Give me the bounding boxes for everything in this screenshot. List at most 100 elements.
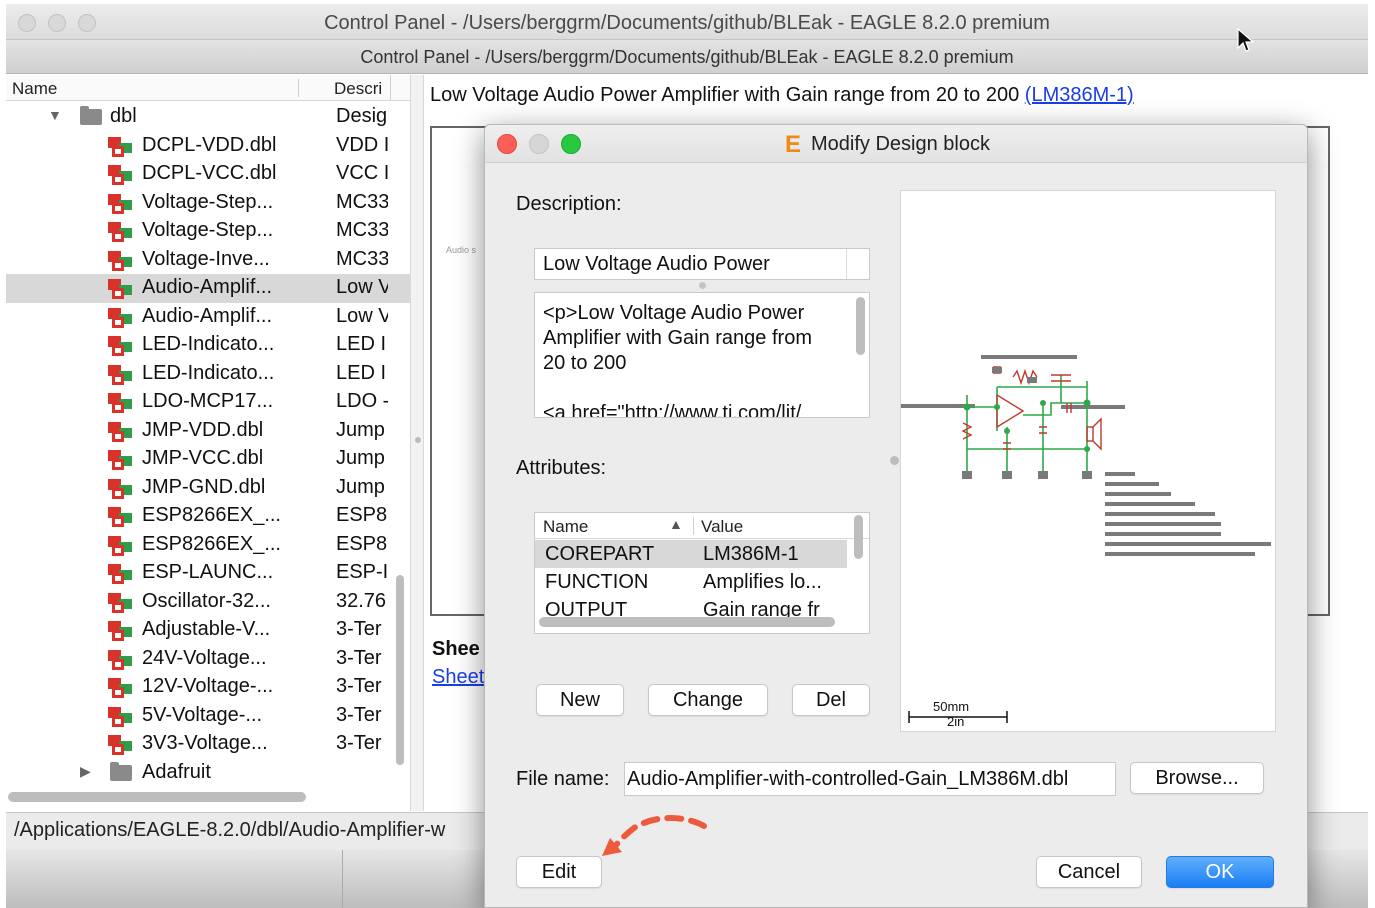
tree-item[interactable]: DCPL-VDD.dbl VDD I: [6, 132, 410, 161]
ok-button[interactable]: OK: [1166, 856, 1274, 888]
tree-item-name: JMP-VCC.dbl: [142, 447, 264, 469]
resize-handle-icon[interactable]: [699, 282, 706, 289]
change-attribute-button[interactable]: Change: [648, 684, 768, 716]
edit-button[interactable]: Edit: [516, 856, 602, 888]
tree-item-name: ESP8266EX_...: [142, 504, 281, 526]
tree-item[interactable]: ESP8266EX_... ESP8: [6, 502, 410, 531]
tree-item[interactable]: 3V3-Voltage... 3-Ter: [6, 730, 410, 759]
tree-folder-label: Adafruit: [142, 761, 211, 783]
schematic-preview: 50mm 2in: [900, 190, 1276, 732]
splitter-handle-icon[interactable]: [890, 456, 899, 465]
description-long-field[interactable]: <p>Low Voltage Audio Power Amplifier with…: [534, 292, 870, 418]
tree-folder-dbl[interactable]: ▼ dbl Desig: [6, 103, 410, 132]
dialog-close-button[interactable]: [497, 134, 517, 154]
sheets-heading: Shee: [432, 638, 480, 660]
attributes-table: Name ▲ Value COREPART LM386M-1 FUNCTION Amp…: [534, 512, 870, 634]
browse-button[interactable]: Browse...: [1130, 762, 1264, 794]
attributes-horizontal-scrollbar[interactable]: [539, 617, 835, 627]
tree-item[interactable]: ESP8266EX_... ESP8: [6, 531, 410, 560]
design-block-icon: [108, 507, 132, 527]
attribute-row[interactable]: COREPART LM386M-1: [535, 540, 847, 568]
tree-item-description: VCC I: [336, 162, 388, 184]
column-separator: [298, 79, 299, 97]
description-line: 20 to 200: [543, 352, 627, 374]
disclosure-triangle-closed-icon[interactable]: ▶: [80, 763, 91, 780]
attribute-row[interactable]: FUNCTION Amplifies lo...: [535, 568, 847, 596]
design-block-icon: [108, 193, 132, 214]
tree-item[interactable]: Voltage-Step... MC33: [6, 217, 410, 246]
design-block-icon: [108, 735, 132, 755]
design-block-description: Low Voltage Audio Power Amplifier with G…: [430, 84, 1134, 107]
description-line: [543, 376, 812, 401]
dialog-titlebar: E Modify Design block: [485, 125, 1307, 163]
tree-item[interactable]: LED-Indicato... LED I: [6, 331, 410, 360]
tree-item[interactable]: JMP-VDD.dbl Jump: [6, 417, 410, 446]
filename-label: File name:: [516, 768, 610, 790]
attribute-value: Amplifies lo...: [703, 571, 822, 593]
divider: [342, 850, 343, 908]
disclosure-triangle-open-icon[interactable]: ▼: [48, 107, 62, 123]
preview-label: Audio s: [446, 245, 477, 255]
description-scrollbar[interactable]: [856, 297, 865, 355]
tree-item-name: Voltage-Step...: [142, 190, 274, 213]
tree-item-description: VDD I: [336, 133, 388, 156]
design-block-icon: [108, 450, 132, 470]
tree-item[interactable]: Audio-Amplif... Low V: [6, 274, 410, 303]
tree-item[interactable]: Voltage-Inve... MC33: [6, 246, 410, 275]
tree-item[interactable]: DCPL-VCC.dbl VCC I: [6, 160, 410, 189]
dialog-zoom-button[interactable]: [561, 134, 581, 154]
new-attribute-button[interactable]: New: [536, 684, 624, 716]
tree-item[interactable]: Voltage-Step... MC33: [6, 189, 410, 218]
tree-item-name: 5V-Voltage-...: [142, 703, 263, 726]
attribute-name: FUNCTION: [545, 571, 649, 593]
datasheet-link[interactable]: (LM386M-1): [1025, 84, 1134, 106]
tree-item-description: 3-Ter: [336, 732, 382, 754]
tree-item[interactable]: JMP-VCC.dbl Jump: [6, 445, 410, 474]
tree-item-name: Adjustable-V...: [142, 618, 271, 640]
folder-icon: [110, 762, 132, 781]
file-path: /Applications/EAGLE-8.2.0/dbl/Audio-Ampl…: [14, 819, 446, 841]
tree-item-name: Voltage-Inve...: [142, 247, 270, 270]
tree-item[interactable]: JMP-GND.dbl Jump: [6, 474, 410, 503]
tree-folder-description: Desig: [336, 105, 388, 127]
tree-horizontal-scrollbar[interactable]: [8, 792, 306, 802]
tree-item[interactable]: Oscillator-32... 32.76: [6, 588, 410, 617]
tree-item-description: Jump: [336, 475, 385, 498]
dialog-title-text: Modify Design block: [811, 133, 990, 155]
description-line: <p>Low Voltage Audio Power: [543, 302, 805, 324]
design-block-icon: [108, 678, 132, 698]
tree-column-description[interactable]: Descri: [334, 79, 382, 99]
filename-field[interactable]: Audio-Amplifier-with-controlled-Gain_LM3…: [624, 762, 1116, 796]
attr-column-name[interactable]: Name: [543, 517, 588, 537]
tree-item[interactable]: LDO-MCP17... LDO -: [6, 388, 410, 417]
tree-item-name: LDO-MCP17...: [142, 390, 274, 412]
design-block-icon: [108, 706, 132, 727]
tree-item[interactable]: 12V-Voltage-... 3-Ter: [6, 673, 410, 702]
tree-item[interactable]: ESP-LAUNC... ESP-I: [6, 559, 410, 588]
sheet-link[interactable]: Sheet: [432, 666, 484, 689]
panel-splitter[interactable]: [410, 75, 424, 811]
description-text: Low Voltage Audio Power Amplifier with G…: [430, 84, 1025, 106]
delete-attribute-button[interactable]: Del: [792, 684, 870, 716]
tree-item[interactable]: LED-Indicato... LED I: [6, 360, 410, 389]
tree-folder-adafruit[interactable]: ▶ Adafruit: [6, 759, 410, 788]
attr-column-value[interactable]: Value: [701, 517, 743, 537]
tree-column-name[interactable]: Name: [12, 79, 57, 99]
tree-item[interactable]: Audio-Amplif... Low V: [6, 303, 410, 332]
tree-item-description: MC33: [336, 247, 388, 270]
tree-header: Name Descri: [6, 75, 410, 101]
cancel-button[interactable]: Cancel: [1036, 856, 1142, 888]
design-block-icon: [108, 336, 132, 356]
tree-item-description: ESP-I: [336, 561, 388, 583]
window-title: Control Panel - /Users/berggrm/Documents…: [324, 12, 1050, 34]
tree-item-name: 3V3-Voltage...: [142, 732, 268, 754]
tree-item-description: Jump: [336, 418, 385, 441]
tree-item-name: ESP-LAUNC...: [142, 561, 274, 583]
tree-folder-label: dbl: [110, 105, 137, 127]
tree-item[interactable]: 5V-Voltage-... 3-Ter: [6, 702, 410, 731]
attributes-scrollbar[interactable]: [854, 515, 863, 559]
tree-vertical-scrollbar[interactable]: [396, 575, 404, 765]
tree-item[interactable]: 24V-Voltage... 3-Ter: [6, 645, 410, 674]
tree-item[interactable]: Adjustable-V... 3-Ter: [6, 616, 410, 645]
description-short-field[interactable]: Low Voltage Audio Power: [534, 248, 870, 280]
